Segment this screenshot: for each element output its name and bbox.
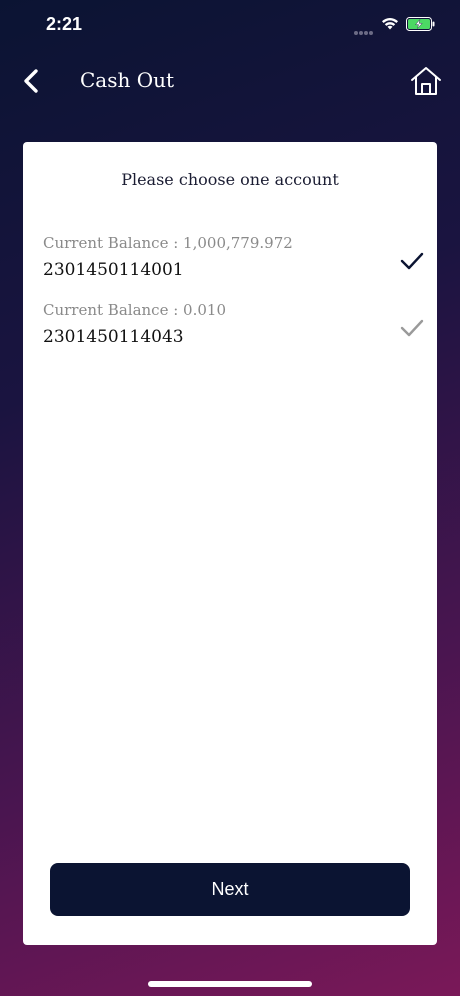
home-icon (411, 67, 441, 95)
card-heading: Please choose one account (121, 170, 339, 189)
account-number: 2301450114001 (43, 260, 184, 280)
account-balance: Current Balance : 1,000,779.972 (43, 234, 293, 252)
chevron-left-icon (24, 69, 38, 93)
account-number: 2301450114043 (43, 327, 184, 347)
account-item[interactable]: Current Balance : 1,000,779.972 23014501… (43, 234, 433, 294)
status-time: 2:21 (46, 14, 83, 34)
back-button[interactable] (18, 64, 48, 98)
home-button[interactable] (408, 64, 444, 98)
account-balance: Current Balance : 0.010 (43, 301, 226, 319)
page-title: Cash Out (80, 68, 175, 92)
checkmark-icon (400, 252, 424, 270)
nav-bar: Cash Out (0, 56, 460, 106)
status-bar: 2:21 (0, 0, 460, 50)
signal-dots-icon (354, 22, 376, 35)
wifi-icon (382, 18, 398, 30)
next-button[interactable]: Next (50, 863, 410, 916)
account-selection-card: Please choose one account Current Balanc… (23, 142, 437, 945)
account-item[interactable]: Current Balance : 0.010 2301450114043 (43, 301, 433, 361)
home-indicator (148, 981, 312, 987)
checkmark-icon (400, 319, 424, 337)
battery-charging-icon (406, 17, 435, 31)
